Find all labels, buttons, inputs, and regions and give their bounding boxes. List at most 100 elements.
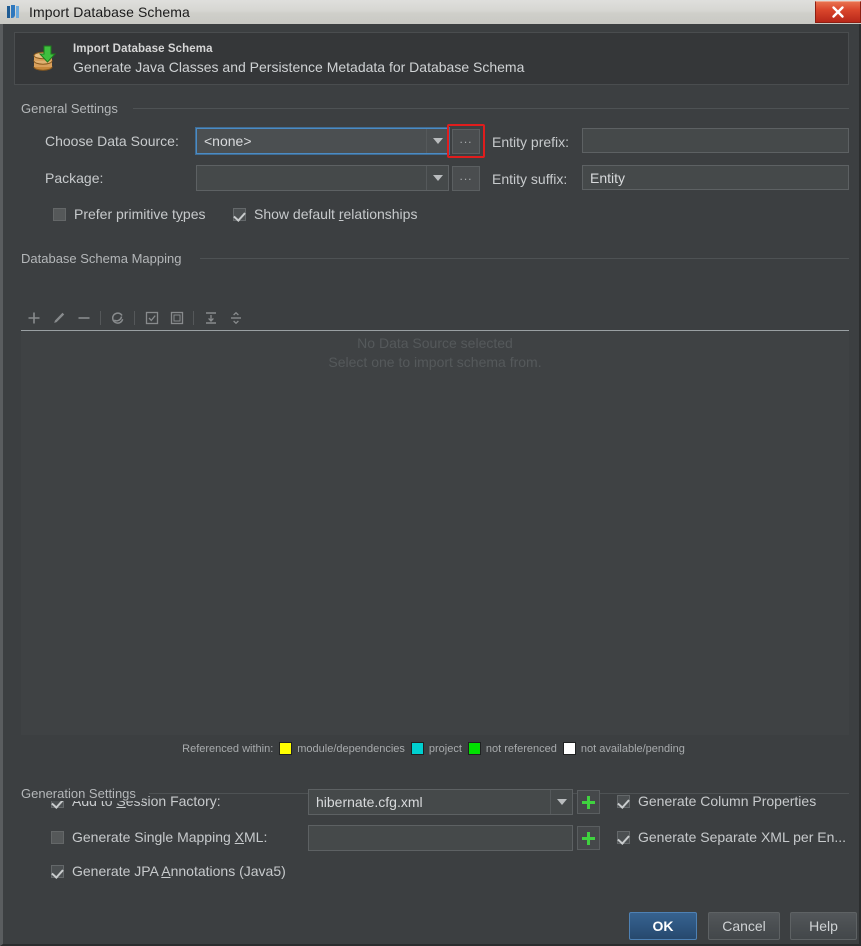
title-bar-left: Import Database Schema bbox=[0, 4, 815, 20]
mapping-empty-state: No Data Source selected Select one to im… bbox=[21, 331, 849, 372]
package-browse-label: ... bbox=[459, 168, 473, 183]
mapping-empty-subtitle: Select one to import schema from. bbox=[328, 354, 542, 370]
select-all-button[interactable] bbox=[139, 306, 164, 330]
prefer-primitive-types-checkbox-row[interactable]: Prefer primitive types bbox=[53, 206, 206, 222]
legend-item: not referenced bbox=[467, 742, 557, 755]
package-browse-button[interactable]: ... bbox=[452, 166, 480, 191]
data-source-label: Choose Data Source: bbox=[45, 133, 179, 149]
collapse-all-button[interactable] bbox=[223, 306, 248, 330]
color-legend: Referenced within: module/dependencies p… bbox=[3, 742, 861, 755]
close-window-button[interactable] bbox=[815, 1, 861, 23]
add-mapping-button[interactable] bbox=[21, 306, 46, 330]
legend-label-not-available: not available/pending bbox=[580, 742, 685, 755]
single-mapping-add-button[interactable] bbox=[577, 826, 600, 850]
legend-swatch-project bbox=[410, 742, 424, 755]
close-icon bbox=[832, 6, 844, 18]
prefer-primitive-types-checkbox[interactable] bbox=[53, 207, 66, 221]
legend-item: module/dependencies bbox=[279, 742, 405, 755]
refresh-icon bbox=[111, 311, 123, 324]
legend-item: not available/pending bbox=[562, 742, 685, 755]
generation-settings-group-label: Generation Settings bbox=[21, 786, 142, 801]
deselect-all-button[interactable] bbox=[164, 306, 189, 330]
ok-button[interactable]: OK bbox=[629, 912, 697, 940]
chevron-down-icon bbox=[432, 138, 443, 144]
banner-subtitle: Generate Java Classes and Persistence Me… bbox=[73, 58, 525, 75]
legend-swatch-module bbox=[279, 742, 293, 755]
single-mapping-checkbox-row[interactable]: Generate Single Mapping XML: bbox=[51, 829, 267, 845]
single-mapping-input[interactable] bbox=[308, 825, 573, 851]
cancel-button[interactable]: Cancel bbox=[708, 912, 780, 940]
checked-square-icon bbox=[145, 311, 158, 324]
database-import-icon bbox=[29, 44, 59, 74]
legend-label-module: module/dependencies bbox=[297, 742, 405, 755]
collapse-all-icon bbox=[230, 311, 241, 324]
legend-swatch-not-available bbox=[562, 742, 576, 755]
show-default-relationships-checkbox-row[interactable]: Show default relationships bbox=[233, 206, 417, 222]
data-source-combo[interactable]: <none> bbox=[196, 128, 449, 154]
package-label: Package: bbox=[45, 170, 104, 186]
intellij-idea-icon bbox=[6, 4, 22, 20]
window-title: Import Database Schema bbox=[29, 4, 190, 20]
pencil-icon bbox=[53, 312, 64, 323]
plus-icon bbox=[28, 312, 39, 323]
mapping-group-divider bbox=[200, 258, 849, 259]
entity-prefix-label: Entity prefix: bbox=[492, 134, 570, 150]
general-settings-divider bbox=[133, 108, 849, 109]
single-mapping-label: Generate Single Mapping XML: bbox=[72, 829, 268, 845]
legend-item: project bbox=[410, 742, 462, 755]
remove-mapping-button[interactable] bbox=[71, 306, 96, 330]
entity-suffix-label: Entity suffix: bbox=[492, 171, 568, 187]
help-button[interactable]: Help bbox=[790, 912, 857, 940]
separate-xml-checkbox[interactable] bbox=[617, 830, 630, 844]
separate-xml-label: Generate Separate XML per En... bbox=[638, 829, 847, 845]
data-source-browse-button[interactable]: ... bbox=[452, 129, 480, 154]
mapping-panel[interactable]: No Data Source selected Select one to im… bbox=[21, 331, 849, 735]
banner-title: Import Database Schema bbox=[73, 42, 213, 55]
jpa-annotations-label: Generate JPA Annotations (Java5) bbox=[72, 863, 286, 879]
toolbar-separator bbox=[130, 306, 139, 330]
entity-suffix-input[interactable]: Entity bbox=[582, 165, 849, 190]
show-default-relationships-checkbox[interactable] bbox=[233, 207, 246, 221]
empty-square-icon bbox=[170, 311, 183, 324]
package-dropdown-arrow[interactable] bbox=[426, 166, 448, 190]
mapping-group-label: Database Schema Mapping bbox=[21, 251, 188, 266]
toolbar-separator bbox=[189, 306, 198, 330]
toolbar-separator bbox=[96, 306, 105, 330]
column-properties-label: Generate Column Properties bbox=[638, 793, 817, 809]
column-properties-checkbox-row[interactable]: Generate Column Properties bbox=[617, 793, 816, 809]
legend-label-not-referenced: not referenced bbox=[485, 742, 557, 755]
banner-text-block: Import Database Schema Generate Java Cla… bbox=[73, 43, 524, 75]
show-default-relationships-label: Show default relationships bbox=[254, 206, 418, 222]
dialog-header-banner: Import Database Schema Generate Java Cla… bbox=[14, 32, 849, 85]
import-database-schema-dialog: Import Database Schema Generate Java Cla… bbox=[0, 24, 861, 946]
chevron-down-icon bbox=[556, 799, 567, 805]
mapping-empty-title: No Data Source selected bbox=[357, 335, 513, 351]
data-source-browse-label: ... bbox=[459, 131, 473, 146]
legend-title: Referenced within: bbox=[182, 742, 274, 755]
prefer-primitive-types-label: Prefer primitive types bbox=[74, 206, 206, 222]
column-properties-checkbox[interactable] bbox=[617, 794, 630, 808]
jpa-annotations-checkbox-row[interactable]: Generate JPA Annotations (Java5) bbox=[51, 863, 286, 879]
session-factory-dropdown-arrow[interactable] bbox=[550, 790, 572, 814]
minus-icon bbox=[78, 316, 89, 319]
chevron-down-icon bbox=[432, 175, 443, 181]
session-factory-add-button[interactable] bbox=[577, 790, 600, 814]
data-source-dropdown-arrow[interactable] bbox=[426, 129, 448, 153]
session-factory-combo[interactable]: hibernate.cfg.xml bbox=[308, 789, 573, 815]
edit-mapping-button[interactable] bbox=[46, 306, 71, 330]
legend-swatch-not-referenced bbox=[467, 742, 481, 755]
legend-label-project: project bbox=[428, 742, 462, 755]
entity-prefix-input[interactable] bbox=[582, 128, 849, 153]
single-mapping-checkbox[interactable] bbox=[51, 830, 64, 844]
package-combo[interactable] bbox=[196, 165, 449, 191]
general-settings-group-label: General Settings bbox=[21, 101, 124, 116]
mapping-toolbar bbox=[21, 305, 849, 330]
refresh-mapping-button[interactable] bbox=[105, 306, 130, 330]
expand-all-icon bbox=[205, 311, 216, 324]
entity-suffix-value: Entity bbox=[590, 169, 626, 186]
data-source-value: <none> bbox=[204, 133, 252, 149]
window-title-bar[interactable]: Import Database Schema bbox=[0, 0, 861, 24]
jpa-annotations-checkbox[interactable] bbox=[51, 864, 64, 878]
separate-xml-checkbox-row[interactable]: Generate Separate XML per En... bbox=[617, 829, 846, 845]
expand-all-button[interactable] bbox=[198, 306, 223, 330]
